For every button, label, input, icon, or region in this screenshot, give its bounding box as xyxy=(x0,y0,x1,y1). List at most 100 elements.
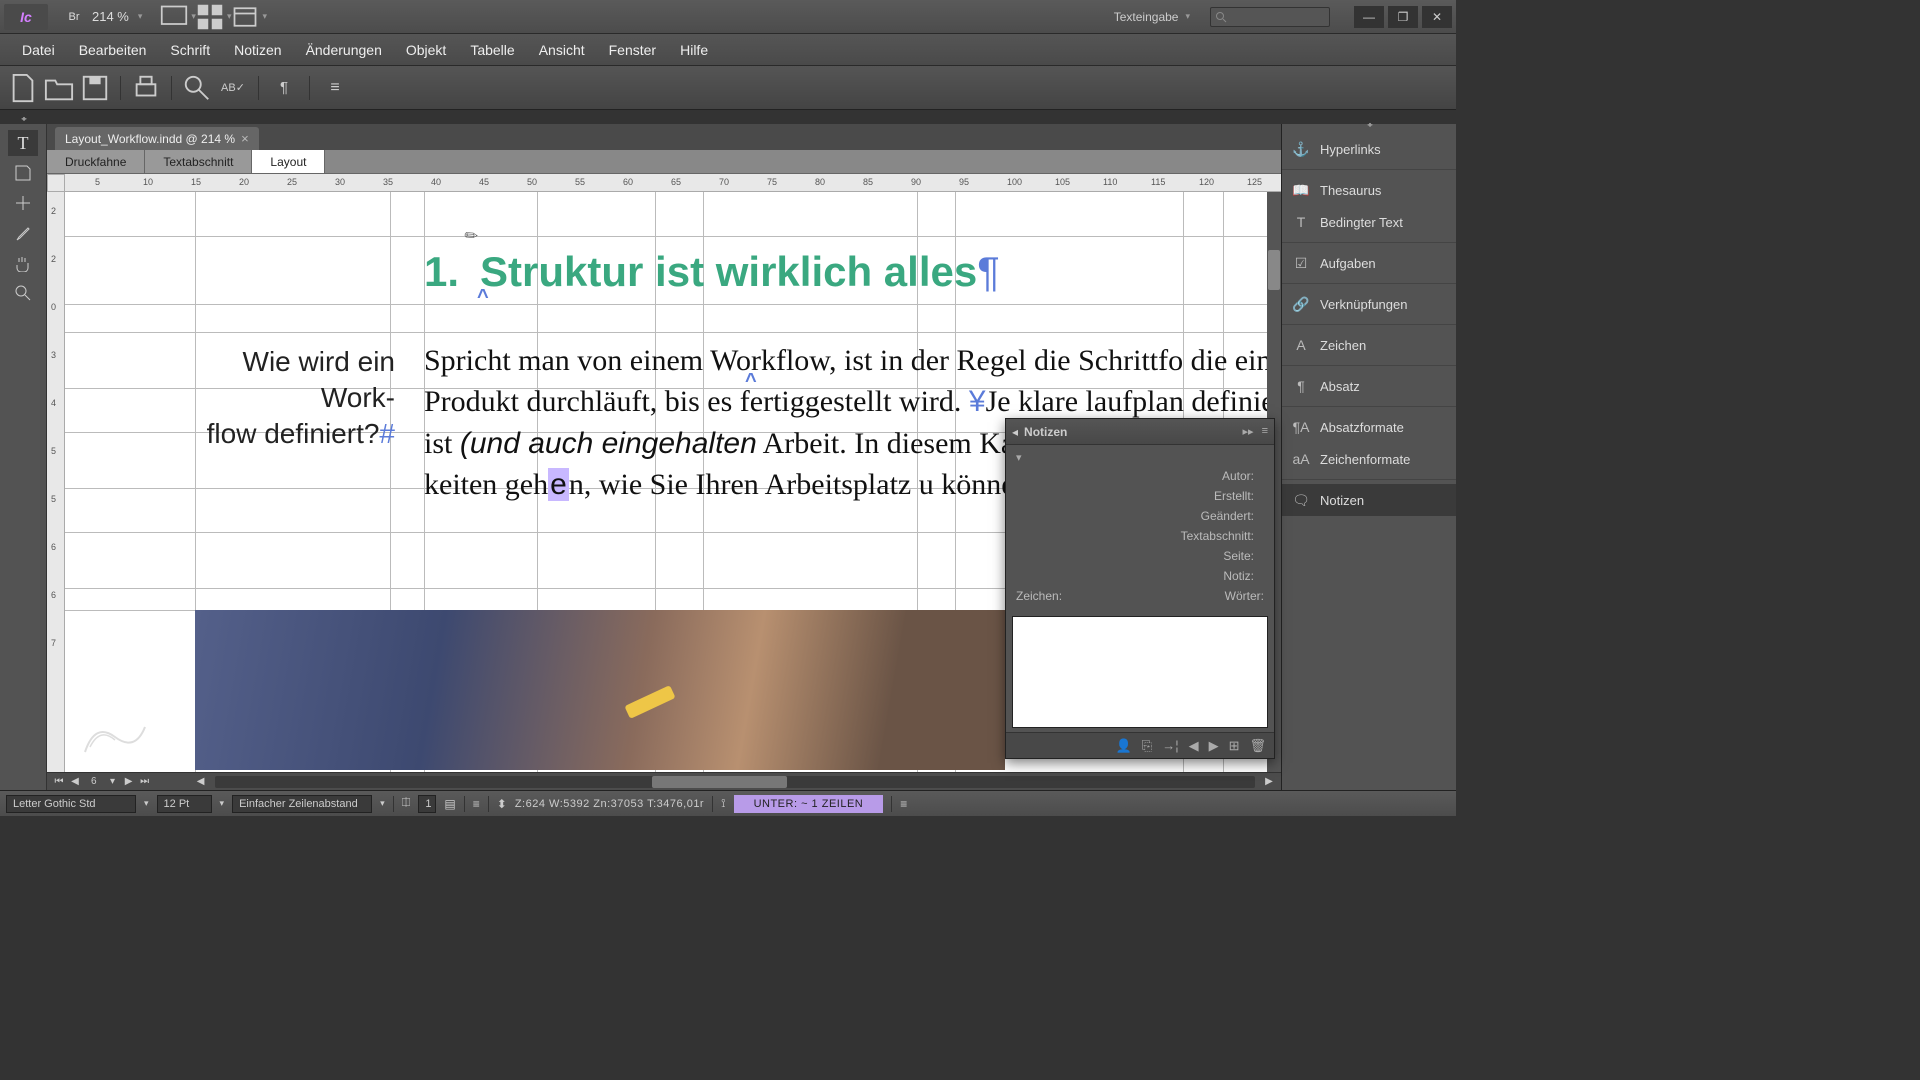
menu-fenster[interactable]: Fenster xyxy=(597,34,668,65)
app-icon: Ic xyxy=(4,4,48,30)
panel-hyperlinks[interactable]: ⚓Hyperlinks xyxy=(1282,133,1456,165)
view-icon[interactable] xyxy=(231,6,259,28)
menu-hilfe[interactable]: Hilfe xyxy=(668,34,720,65)
go-to-note-icon[interactable]: ⎘ xyxy=(1142,738,1152,754)
find-icon[interactable] xyxy=(182,74,212,102)
document-tab[interactable]: Layout_Workflow.indd @ 214 % × xyxy=(55,127,259,150)
character-icon: A xyxy=(1292,337,1310,353)
zoom-field[interactable]: 214 % xyxy=(92,9,129,24)
page-number[interactable]: 6 xyxy=(83,776,105,787)
maximize-button[interactable]: ❐ xyxy=(1388,6,1418,28)
next-page-icon[interactable]: ▶ xyxy=(121,775,137,789)
eyedropper-tool-icon[interactable] xyxy=(8,220,38,246)
label-zeichen: Zeichen: xyxy=(1016,589,1062,603)
type-tool-icon[interactable]: T xyxy=(8,130,38,156)
position-tool-icon[interactable] xyxy=(8,190,38,216)
panel-menu-icon[interactable]: ≡ xyxy=(1262,425,1268,438)
label-notiz: Notiz: xyxy=(1223,569,1254,583)
menu-objekt[interactable]: Objekt xyxy=(394,34,458,65)
ruler-horizontal[interactable]: 5 10 15 20 25 30 35 40 45 50 55 60 65 70… xyxy=(65,174,1281,192)
scrollbar-horizontal[interactable] xyxy=(215,776,1255,788)
menu-icon[interactable]: ≡ xyxy=(320,74,350,102)
note-content-textarea[interactable] xyxy=(1012,616,1268,728)
font-size-field[interactable]: 12 Pt xyxy=(157,795,212,813)
view-tab-layout[interactable]: Layout xyxy=(252,150,325,173)
justify-icon[interactable]: ≡ xyxy=(473,797,480,811)
guide[interactable] xyxy=(65,332,1281,333)
note-anchor-icon[interactable]: e xyxy=(548,468,569,501)
panel-assignments[interactable]: ☑Aufgaben xyxy=(1282,247,1456,279)
panel-character[interactable]: AZeichen xyxy=(1282,329,1456,361)
menu-notizen[interactable]: Notizen xyxy=(222,34,293,65)
go-to-anchor-icon[interactable]: →¦ xyxy=(1162,738,1178,753)
next-note-icon[interactable]: ▶ xyxy=(1209,738,1219,754)
new-icon[interactable] xyxy=(8,74,38,102)
view-tab-druckfahne[interactable]: Druckfahne xyxy=(47,150,145,173)
prev-page-icon[interactable]: ◀ xyxy=(67,775,83,789)
pilcrow-icon[interactable]: ¶ xyxy=(269,74,299,102)
menu-aenderungen[interactable]: Änderungen xyxy=(294,34,394,65)
leading-field[interactable]: Einfacher Zeilenabstand xyxy=(232,795,372,813)
scroll-right-icon[interactable]: ▶ xyxy=(1261,775,1277,789)
panel-paragraph[interactable]: ¶Absatz xyxy=(1282,370,1456,402)
arrange-icon[interactable] xyxy=(196,6,224,28)
note-tool-icon[interactable] xyxy=(8,160,38,186)
align-icon[interactable]: ▤ xyxy=(444,797,455,811)
print-icon[interactable] xyxy=(131,74,161,102)
chevron-down-icon[interactable]: ▾ xyxy=(138,11,143,22)
menu-tabelle[interactable]: Tabelle xyxy=(458,34,526,65)
menu-datei[interactable]: Datei xyxy=(10,34,67,65)
cursor-position: Z:624 W:5392 Zn:37053 T:3476,01r xyxy=(515,798,704,810)
margin-note[interactable]: Wie wird ein Work- flow definiert?# xyxy=(195,344,395,452)
first-page-icon[interactable]: ⏮ xyxy=(51,775,67,789)
panel-thesaurus[interactable]: 📖Thesaurus xyxy=(1282,174,1456,206)
search-input[interactable] xyxy=(1210,7,1330,27)
spellcheck-icon[interactable]: AB✓ xyxy=(218,74,248,102)
measure-icon[interactable]: ⟟ xyxy=(721,796,725,811)
user-icon[interactable]: 👤 xyxy=(1116,738,1132,754)
panel-character-styles[interactable]: aAZeichenformate xyxy=(1282,443,1456,475)
bridge-icon[interactable]: Br xyxy=(60,6,88,28)
hand-tool-icon[interactable] xyxy=(8,250,38,276)
page-dropdown-icon[interactable]: ▾ xyxy=(105,775,121,789)
chevron-down-icon[interactable]: ▾ xyxy=(220,798,225,809)
chevron-down-icon[interactable]: ▾ xyxy=(380,798,385,809)
prev-note-icon[interactable]: ◀ xyxy=(1189,738,1199,754)
column-field[interactable]: 1 xyxy=(418,795,436,813)
guide[interactable] xyxy=(65,236,1281,237)
zoom-tool-icon[interactable] xyxy=(8,280,38,306)
font-family-field[interactable]: Letter Gothic Std xyxy=(6,795,136,813)
menu-ansicht[interactable]: Ansicht xyxy=(527,34,597,65)
view-tab-textabschnitt[interactable]: Textabschnitt xyxy=(145,150,252,173)
last-page-icon[interactable]: ⏭ xyxy=(137,775,153,789)
heading-text[interactable]: 1. Struktur ist wirklich alles¶ xyxy=(424,248,1000,297)
scroll-left-icon[interactable]: ◀ xyxy=(193,775,209,789)
ruler-origin[interactable] xyxy=(47,174,65,192)
notes-panel[interactable]: ◂ Notizen ▸▸ ≡ ▾ Autor: Erstellt: Geände… xyxy=(1005,418,1275,759)
screen-mode-icon[interactable] xyxy=(160,6,188,28)
menu-schrift[interactable]: Schrift xyxy=(158,34,222,65)
panel-conditional-text[interactable]: TBedingter Text xyxy=(1282,206,1456,238)
overflow-menu-icon[interactable]: ≡ xyxy=(900,797,907,811)
ruler-vertical[interactable]: 2 2 0 3 4 5 5 6 6 7 xyxy=(47,192,65,772)
image-frame[interactable] xyxy=(195,610,1005,770)
save-icon[interactable] xyxy=(80,74,110,102)
collapse-icon[interactable]: ◂ xyxy=(1012,425,1018,439)
guide[interactable] xyxy=(65,304,1281,305)
open-icon[interactable] xyxy=(44,74,74,102)
workspace-label[interactable]: Texteingabe xyxy=(1114,10,1179,24)
chevron-down-icon[interactable]: ▾ xyxy=(1016,452,1022,464)
menu-bearbeiten[interactable]: Bearbeiten xyxy=(67,34,159,65)
vertical-align-icon[interactable]: ⬍ xyxy=(497,797,507,811)
close-tab-icon[interactable]: × xyxy=(241,131,249,146)
panel-notes[interactable]: 🗨Notizen xyxy=(1282,484,1456,516)
new-note-icon[interactable]: ⊞ xyxy=(1229,738,1240,754)
close-button[interactable]: ✕ xyxy=(1422,6,1452,28)
trash-icon[interactable]: 🗑 xyxy=(1249,738,1266,754)
chevron-down-icon[interactable]: ▾ xyxy=(144,798,149,809)
panel-links[interactable]: 🔗Verknüpfungen xyxy=(1282,288,1456,320)
expand-icon[interactable]: ▸▸ xyxy=(1243,425,1254,438)
char-styles-icon: aA xyxy=(1292,451,1310,467)
minimize-button[interactable]: — xyxy=(1354,6,1384,28)
panel-paragraph-styles[interactable]: ¶AAbsatzformate xyxy=(1282,411,1456,443)
